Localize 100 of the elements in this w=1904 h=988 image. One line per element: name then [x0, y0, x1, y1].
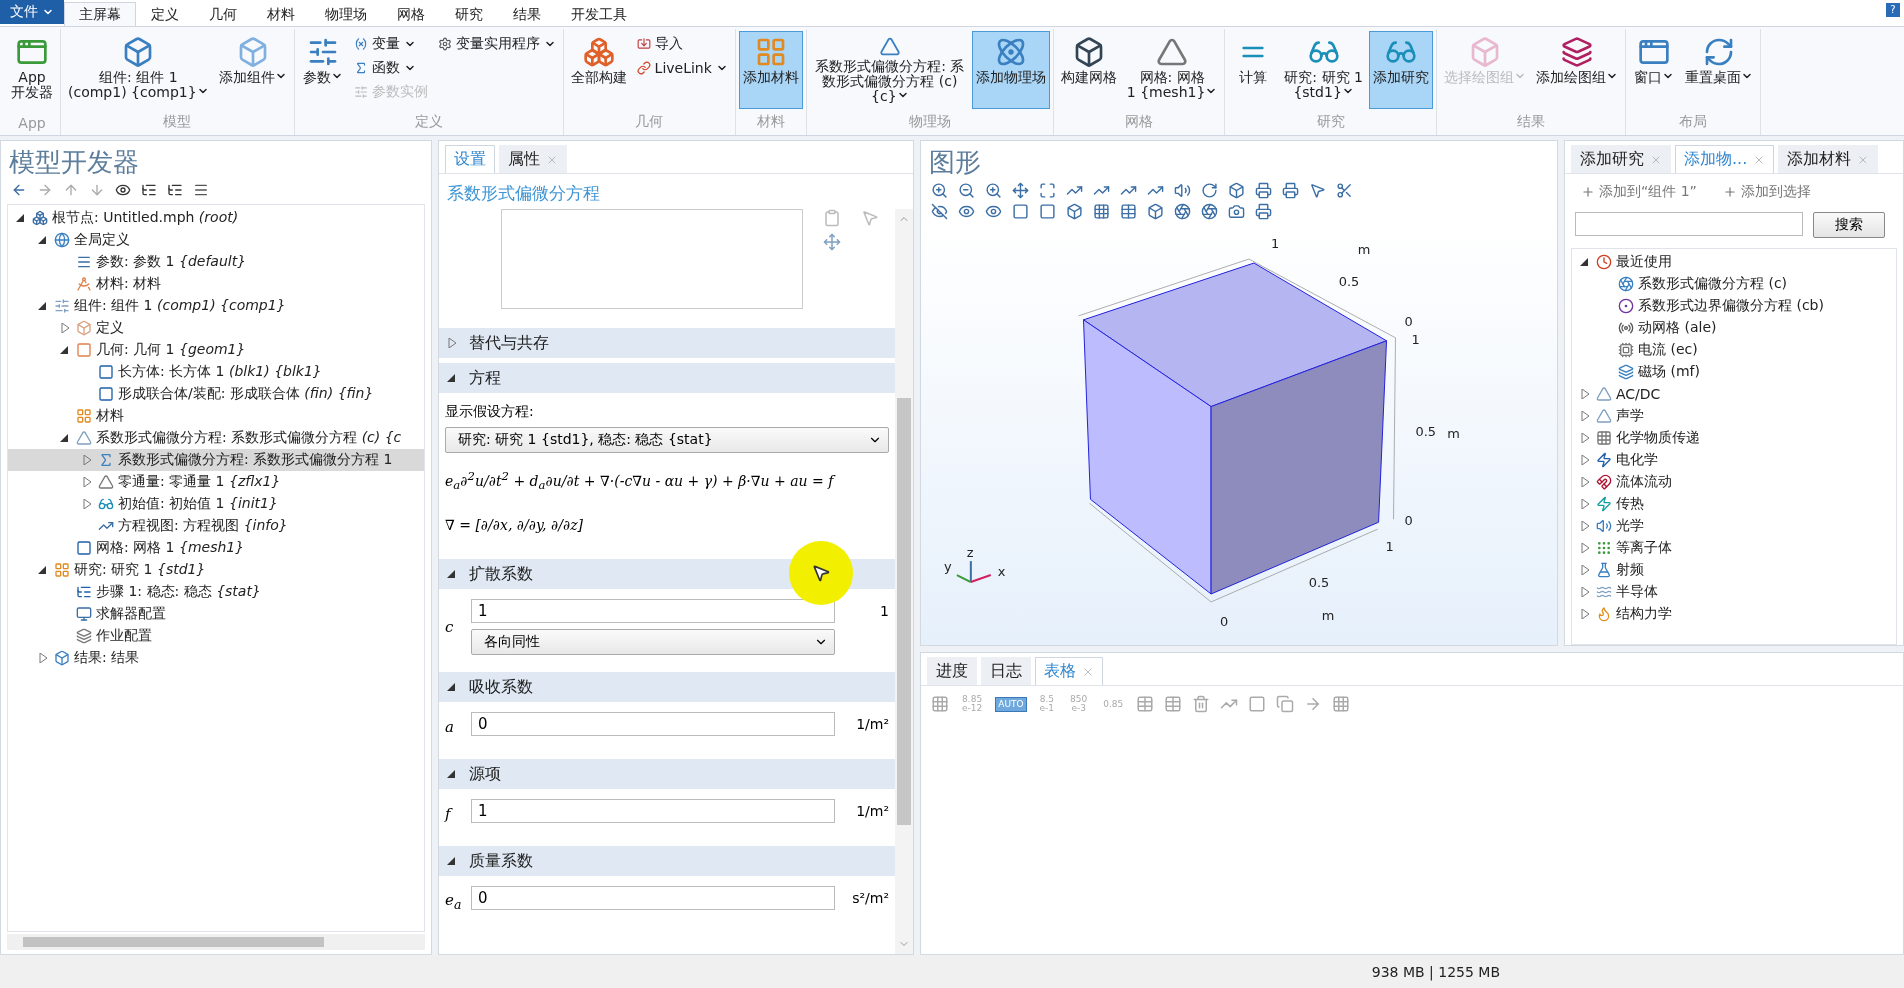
search-button[interactable]: 搜索: [1813, 212, 1885, 238]
forward-icon[interactable]: [37, 182, 53, 198]
expand-icon[interactable]: [167, 182, 183, 198]
ribbon-tab[interactable]: 几何: [194, 2, 252, 26]
file-menu-button[interactable]: 文件: [0, 0, 64, 24]
tree-item[interactable]: 结果: 结果: [8, 647, 424, 669]
tree-item[interactable]: 几何: 几何 1 {geom1}: [8, 339, 424, 361]
toolbar-icon[interactable]: [1066, 203, 1083, 220]
panel-tab[interactable]: 添加物...: [1675, 145, 1775, 173]
ribbon-button[interactable]: 添加组件: [214, 31, 291, 109]
ribbon-tab[interactable]: 研究: [440, 2, 498, 26]
ribbon-button[interactable]: 窗口: [1628, 31, 1679, 109]
ribbon-button[interactable]: 构建网格: [1056, 31, 1121, 109]
expand-arrow-icon[interactable]: [38, 235, 48, 245]
ribbon-button[interactable]: 添加物理场: [971, 31, 1050, 109]
expand-arrow-icon[interactable]: [38, 301, 48, 311]
toolbar-icon[interactable]: [1248, 695, 1267, 713]
tree-item[interactable]: 流体流动: [1572, 471, 1896, 493]
input-field[interactable]: 1: [471, 599, 835, 624]
expand-arrow-icon[interactable]: [447, 682, 457, 693]
section-header[interactable]: 方程: [439, 363, 895, 393]
ribbon-tab[interactable]: 主屏幕: [64, 2, 136, 26]
ribbon-button[interactable]: App 开发器: [7, 31, 57, 109]
toolbar-icon[interactable]: [1228, 182, 1245, 199]
tree-item[interactable]: 传热: [1572, 493, 1896, 515]
section-header[interactable]: 质量系数: [439, 846, 895, 877]
tree-item[interactable]: 零通量: 零通量 1 {zflx1}: [8, 471, 424, 493]
back-icon[interactable]: [11, 182, 27, 198]
toolbar-icon[interactable]: [931, 203, 948, 220]
toolbar-icon[interactable]: [931, 695, 949, 713]
toolbar-icon[interactable]: [1174, 203, 1191, 220]
panel-tab[interactable]: 添加研究: [1571, 145, 1671, 173]
tree-item[interactable]: 系数形式偏微分方程: 系数形式偏微分方程 1: [8, 449, 424, 471]
panel-tab[interactable]: 属性: [499, 145, 567, 173]
toolbar-icon[interactable]: [1093, 203, 1110, 220]
toolbar-icon[interactable]: [1147, 203, 1164, 220]
ribbon-button[interactable]: 函数: [349, 57, 432, 79]
eye-icon[interactable]: [115, 182, 131, 198]
tree-item[interactable]: 求解器配置: [8, 603, 424, 625]
toolbar-icon[interactable]: [1120, 203, 1137, 220]
panel-tab[interactable]: 表格: [1035, 657, 1103, 685]
ribbon-tab[interactable]: 网格: [382, 2, 440, 26]
toolbar-icon[interactable]: [1201, 182, 1218, 199]
ribbon-button[interactable]: 组件: 组件 1 (comp1) {comp1}: [64, 31, 213, 109]
toolbar-icon[interactable]: [1309, 182, 1326, 199]
tree-item[interactable]: 系数形式边界偏微分方程 (cb): [1572, 295, 1896, 317]
toolbar-icon[interactable]: [1012, 203, 1029, 220]
panel-tab[interactable]: 添加材料: [1778, 145, 1879, 173]
scrollbar[interactable]: [7, 934, 425, 950]
tree-item[interactable]: 长方体: 长方体 1 (blk1) {blk1}: [8, 361, 424, 383]
tree-item[interactable]: 动网格 (ale): [1572, 317, 1896, 339]
ribbon-button[interactable]: 研究: 研究 1 {std1}: [1280, 31, 1367, 109]
expand-arrow-icon[interactable]: [447, 569, 457, 580]
section-header[interactable]: 源项: [439, 759, 895, 790]
toolbar-icon[interactable]: [1336, 182, 1353, 199]
help-button[interactable]: ?: [1886, 3, 1900, 17]
ribbon-tab[interactable]: 定义: [136, 2, 194, 26]
search-field[interactable]: [1575, 212, 1803, 236]
tree-item[interactable]: 系数形式偏微分方程 (c): [1572, 273, 1896, 295]
tree-item[interactable]: 等离子体: [1572, 537, 1896, 559]
tree-item[interactable]: 光学: [1572, 515, 1896, 537]
tree-item[interactable]: 组件: 组件 1 (comp1) {comp1}: [8, 295, 424, 317]
expand-arrow-icon[interactable]: [60, 433, 70, 443]
ribbon-button[interactable]: 网格: 网格 1 {mesh1}: [1122, 31, 1222, 109]
tree-item[interactable]: 形成联合体/装配: 形成联合体 (fin) {fin}: [8, 383, 424, 405]
tree-item[interactable]: 电流 (ec): [1572, 339, 1896, 361]
toolbar-icon[interactable]: [1164, 695, 1183, 713]
toolbar-icon[interactable]: [1255, 182, 1272, 199]
tree-item[interactable]: 射频: [1572, 559, 1896, 581]
add-link[interactable]: 添加到“组件 1”: [1575, 182, 1703, 202]
tree-item[interactable]: 研究: 研究 1 {std1}: [8, 559, 424, 581]
toolbar-icon[interactable]: [1174, 182, 1191, 199]
toolbar-icon[interactable]: [1192, 695, 1211, 713]
toolbar-icon[interactable]: [931, 182, 948, 199]
toolbar-icon[interactable]: [1136, 695, 1155, 713]
tree-item[interactable]: 步骤 1: 稳态: 稳态 {stat}: [8, 581, 424, 603]
ribbon-tab[interactable]: 结果: [498, 2, 556, 26]
ribbon-button[interactable]: 变量实用程序: [433, 33, 560, 55]
toolbar-icon[interactable]: [1039, 182, 1056, 199]
ribbon-button[interactable]: 添加绘图组: [1531, 31, 1622, 109]
expand-arrow-icon[interactable]: [447, 856, 457, 867]
toolbar-icon[interactable]: [1255, 203, 1272, 220]
tree-item[interactable]: 材料: 材料: [8, 273, 424, 295]
tree-item[interactable]: 结构力学: [1572, 603, 1896, 625]
tree-item[interactable]: 声学: [1572, 405, 1896, 427]
input-field[interactable]: 1: [471, 799, 835, 824]
ribbon-tab[interactable]: 材料: [252, 2, 310, 26]
tree-item[interactable]: 网格: 网格 1 {mesh1}: [8, 537, 424, 559]
tree-item[interactable]: 定义: [8, 317, 424, 339]
ribbon-button[interactable]: 导入: [632, 33, 732, 55]
tree-item[interactable]: AC/DC: [1572, 383, 1896, 405]
toolbar-icon[interactable]: [1332, 695, 1351, 713]
tree-item[interactable]: 磁场 (mf): [1572, 361, 1896, 383]
section-header[interactable]: 替代与共存: [439, 328, 895, 358]
expand-arrow-icon[interactable]: [16, 213, 26, 223]
move-icon[interactable]: [823, 233, 841, 251]
tree-item[interactable]: 根节点: Untitled.mph (root): [8, 207, 424, 229]
tree-item[interactable]: 系数形式偏微分方程: 系数形式偏微分方程 (c) {c: [8, 427, 424, 449]
expand-arrow-icon[interactable]: [1580, 257, 1590, 267]
ribbon-button[interactable]: 添加研究: [1368, 31, 1433, 109]
